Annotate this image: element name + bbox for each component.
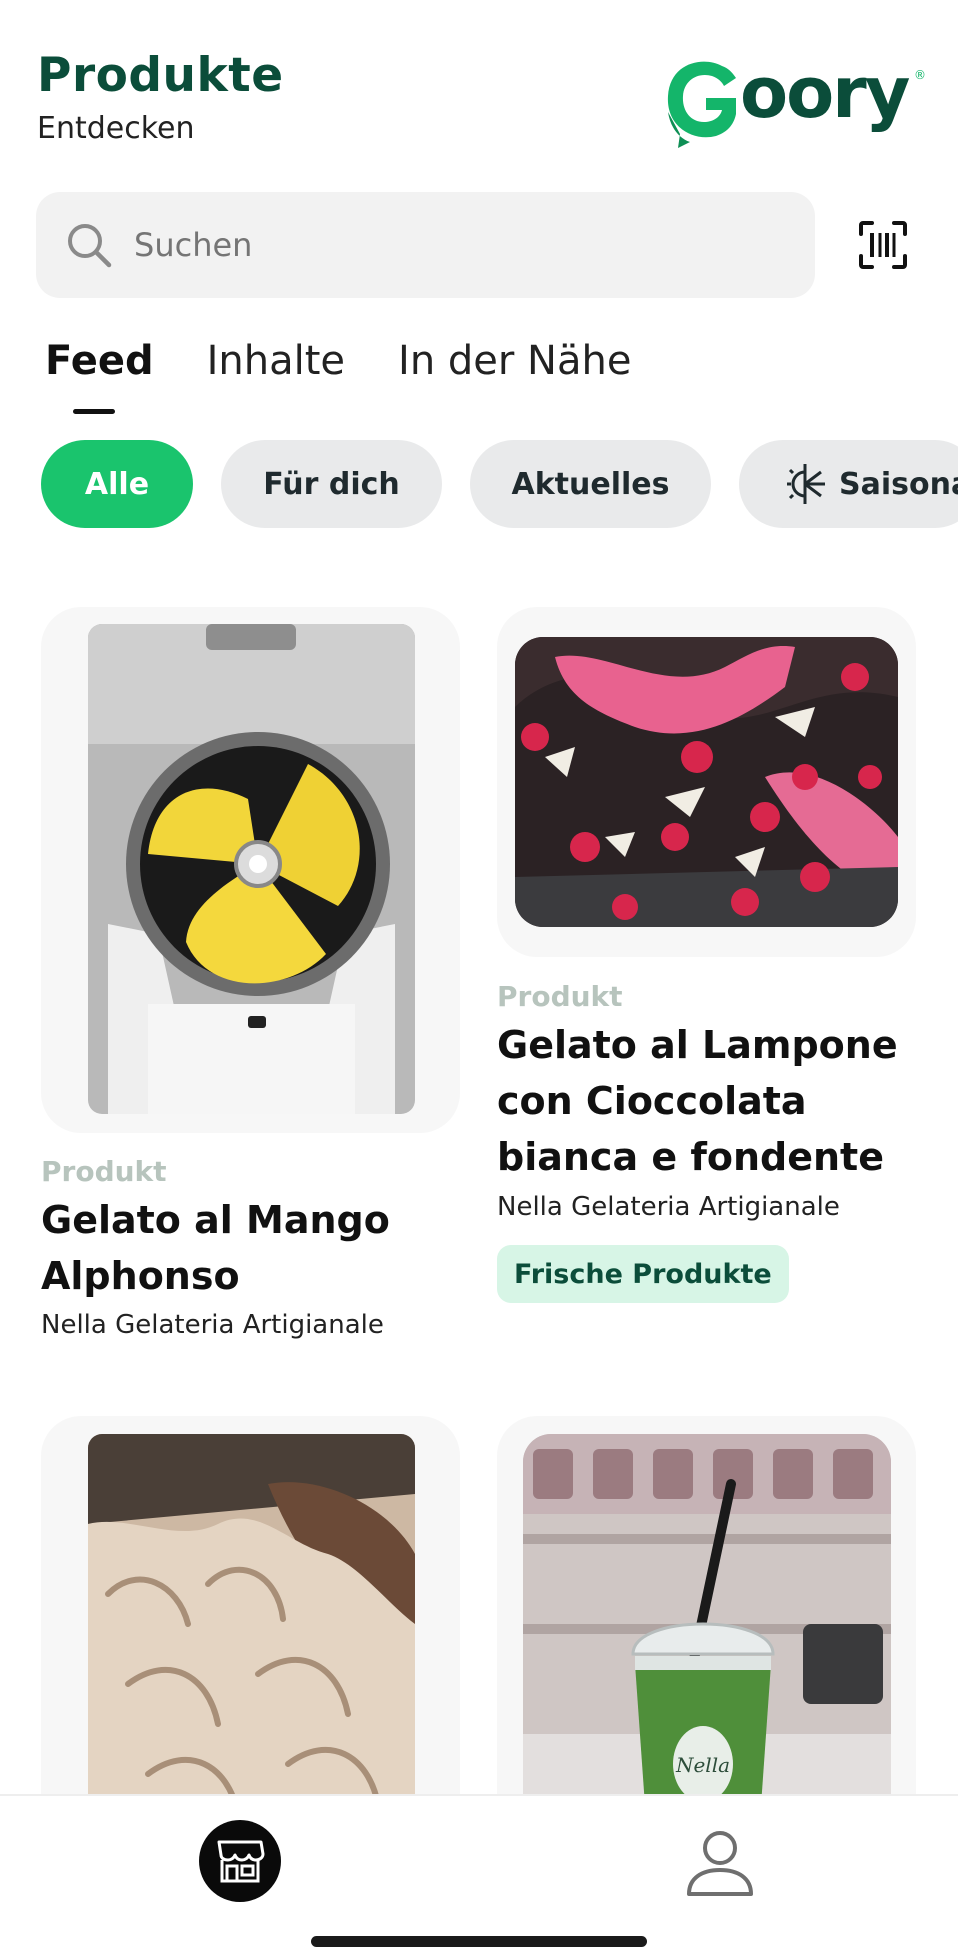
fresh-products-badge: Frische Produkte [497,1245,789,1303]
chip-fuer-dich[interactable]: Für dich [221,440,442,528]
product-card-lampone[interactable] [497,607,916,957]
page-title: Produkte [37,48,284,103]
feed-tabs: Feed Inhalte In der Nähe [45,338,684,414]
home-indicator [311,1936,647,1947]
product-card-4[interactable]: Nella [497,1416,916,1836]
product-image-lampone [515,637,898,927]
chip-aktuelles[interactable]: Aktuelles [470,440,711,528]
search-icon [68,224,112,268]
page-subtitle: Entdecken [37,111,195,146]
goory-logo: oory ® [664,52,926,148]
product-name-line: bianca e fondente [497,1135,884,1179]
bottom-navigation [0,1794,958,1960]
nav-shop-button[interactable] [199,1820,281,1902]
chip-saisonal-label: Saisona [839,466,958,502]
product-name-line: Gelato al Mango [41,1198,390,1242]
product-type-label: Produkt [497,980,623,1013]
registered-mark: ® [914,68,926,82]
product-name-line: Alphonso [41,1254,240,1298]
tab-in-der-naehe[interactable]: In der Nähe [398,338,631,414]
tab-inhalte[interactable]: Inhalte [207,338,345,414]
product-image-4: Nella [523,1434,891,1834]
filter-chips: Alle Für dich Aktuelles Saisona [41,440,958,528]
logo-wordmark: oory [740,52,910,134]
product-type-label: Produkt [41,1155,167,1188]
barcode-scan-icon[interactable] [858,220,908,270]
product-name-mango[interactable]: Gelato al Mango Alphonso [41,1192,390,1304]
search-input[interactable] [134,226,734,264]
product-name-line: con Cioccolata [497,1079,807,1123]
product-name-lampone[interactable]: Gelato al Lampone con Cioccolata bianca … [497,1017,898,1185]
product-image-3 [88,1434,415,1834]
page-header: Produkte Entdecken [37,48,284,146]
user-profile-icon[interactable] [684,1826,756,1898]
product-card-3[interactable] [41,1416,460,1836]
chip-alle[interactable]: Alle [41,440,193,528]
tab-feed[interactable]: Feed [45,338,154,414]
product-shop-name[interactable]: Nella Gelateria Artigianale [497,1192,840,1222]
storefront-icon [217,1840,265,1883]
chip-saisonal[interactable]: Saisona [739,440,958,528]
product-shop-name[interactable]: Nella Gelateria Artigianale [41,1310,384,1340]
product-name-line: Gelato al Lampone [497,1023,898,1067]
seasonal-sun-snow-icon [787,464,825,504]
product-image-mango [88,624,415,1114]
svg-text:Nella: Nella [675,1753,730,1777]
product-card-mango[interactable] [41,607,460,1133]
search-bar[interactable] [36,192,815,298]
